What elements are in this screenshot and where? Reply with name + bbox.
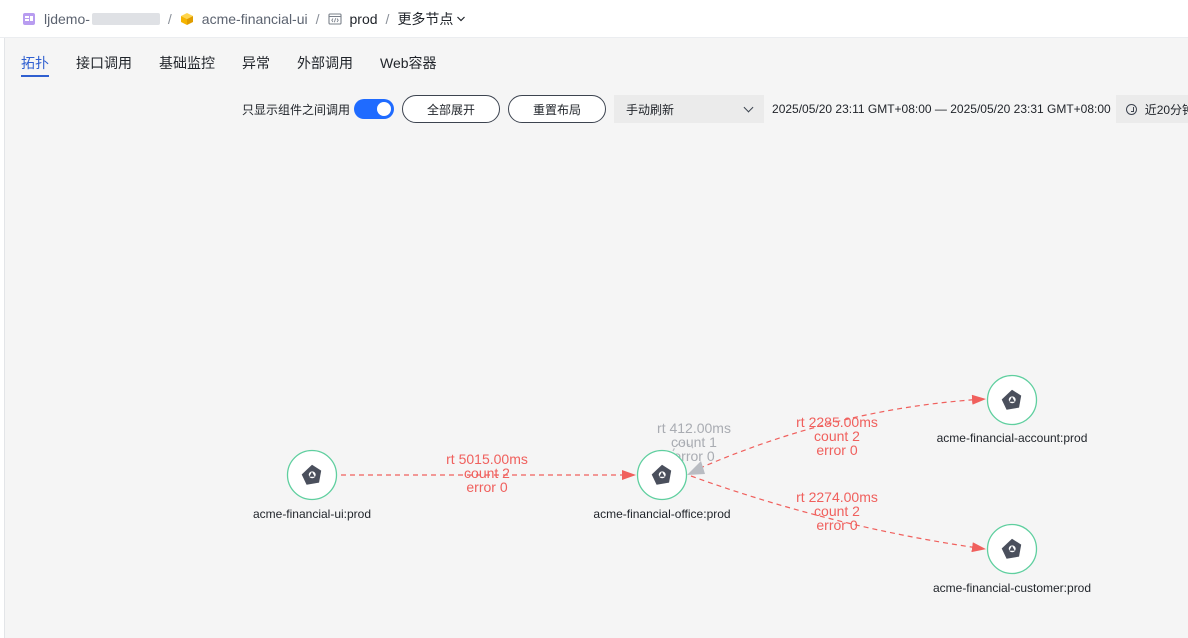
- chevron-down-icon: [457, 16, 466, 21]
- breadcrumb-separator: /: [385, 10, 390, 27]
- node-label: acme-financial-customer:prod: [933, 581, 1091, 595]
- breadcrumb-env[interactable]: prod: [327, 10, 378, 27]
- redacted-mask: [91, 12, 160, 25]
- node-label: acme-financial-office:prod: [593, 507, 730, 521]
- edge-office-customer-error: error 0: [816, 517, 857, 533]
- cube-icon: [180, 12, 193, 25]
- more-nodes-label: 更多节点: [397, 10, 454, 27]
- node-acme-financial-ui[interactable]: acme-financial-ui:prod: [253, 449, 371, 522]
- workspace-icon: [23, 12, 35, 25]
- node-label: acme-financial-ui:prod: [253, 507, 371, 521]
- breadcrumb-workspace[interactable]: ljdemo-: [22, 11, 160, 27]
- edge-office-account-error: error 0: [816, 442, 857, 458]
- code-window-icon: [327, 12, 342, 25]
- breadcrumb: ljdemo- / acme-financial-ui / prod / 更多节…: [0, 0, 1188, 38]
- node-acme-financial-account[interactable]: acme-financial-account:prod: [937, 374, 1088, 446]
- breadcrumb-app[interactable]: acme-financial-ui: [180, 11, 308, 27]
- node-label: acme-financial-account:prod: [937, 431, 1088, 445]
- more-nodes-dropdown[interactable]: 更多节点: [397, 9, 466, 29]
- breadcrumb-separator: /: [167, 10, 172, 27]
- breadcrumb-app-label: acme-financial-ui: [201, 10, 308, 27]
- breadcrumb-separator: /: [315, 10, 320, 27]
- topology-panel: 拓扑 接口调用 基础监控 异常 外部调用 Web容器 只显示组件之间调用 全部展…: [4, 38, 1188, 638]
- topology-graph[interactable]: rt 5015.00ms count 2 error 0 rt 412.00ms…: [5, 38, 1188, 638]
- node-acme-financial-customer[interactable]: acme-financial-customer:prod: [933, 523, 1091, 596]
- edge-ui-office-error: error 0: [466, 479, 507, 495]
- breadcrumb-env-label: prod: [349, 10, 378, 27]
- breadcrumb-workspace-label: ljdemo-: [44, 10, 90, 27]
